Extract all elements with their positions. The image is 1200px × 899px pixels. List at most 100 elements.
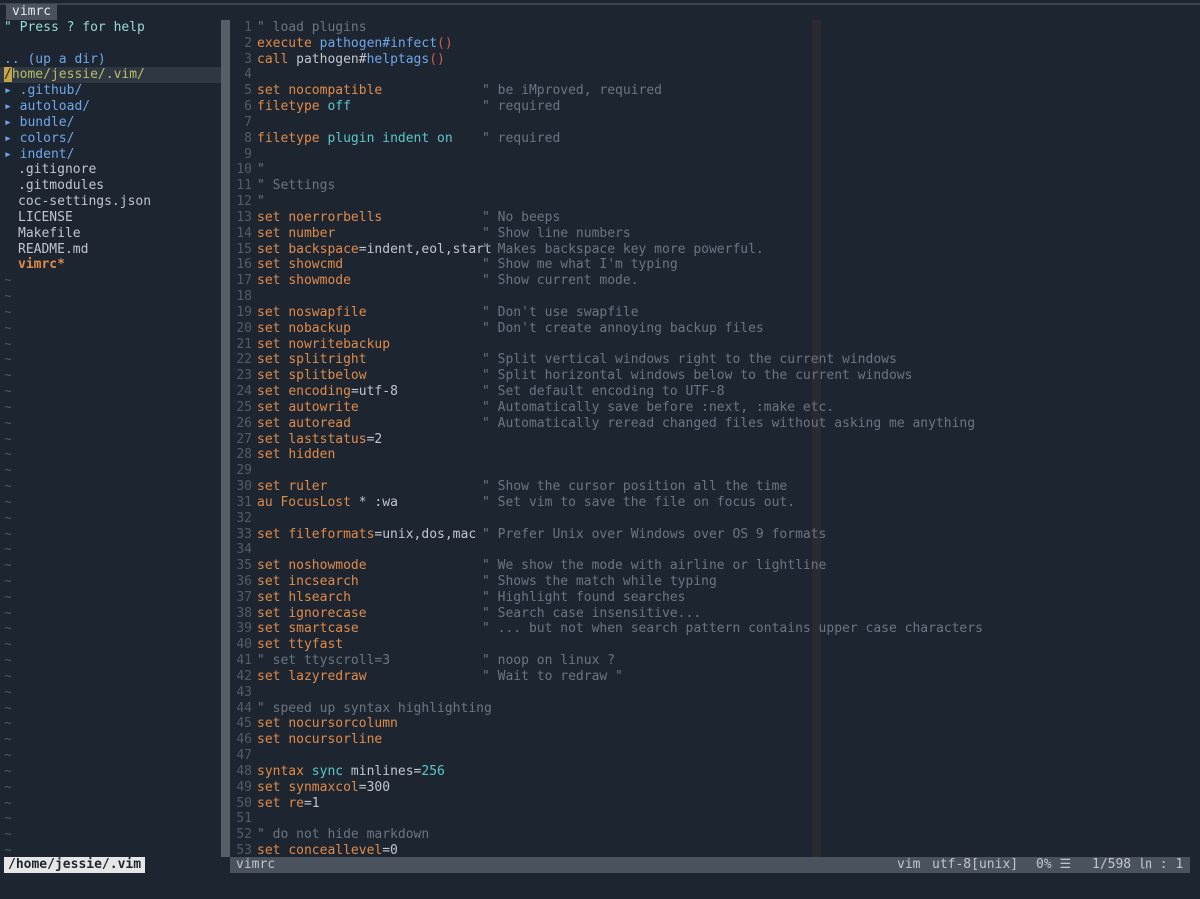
- tilde-marker: ~: [4, 479, 12, 495]
- code-comment: " required: [482, 99, 561, 115]
- line-number: 43: [236, 684, 252, 700]
- tilde-marker: ~: [4, 795, 12, 811]
- code-value: =indent,eol,start: [358, 241, 492, 257]
- code-comment: " Settings: [257, 178, 336, 194]
- code-line: 29: [230, 463, 1200, 479]
- tilde-marker: ~: [4, 653, 12, 669]
- tilde-marker: ~: [4, 336, 12, 352]
- line-number: 23: [236, 368, 252, 384]
- line-number: 38: [236, 605, 252, 621]
- code-option: splitbelow: [288, 368, 367, 384]
- code-keyword: set: [257, 352, 281, 368]
- tree-file-item[interactable]: .gitmodules: [0, 178, 221, 194]
- tree-dir-item[interactable]: ▸ bundle/: [0, 115, 221, 131]
- line-number: 16: [236, 257, 252, 273]
- tree-file-item[interactable]: .gitignore: [0, 162, 221, 178]
- code-line: 38 set ignorecase " Search case insensitiv…: [230, 606, 1200, 622]
- code-line: 6 filetype off " required: [230, 99, 1200, 115]
- tilde-marker: ~: [4, 716, 12, 732]
- code-comment: " load plugins: [257, 20, 367, 35]
- code-option: backspace: [288, 241, 359, 257]
- code-option: autoread: [288, 415, 351, 431]
- line-number: 41: [236, 653, 252, 669]
- vertical-split-divider[interactable]: [221, 20, 230, 873]
- code-option: nocursorcolumn: [288, 716, 398, 732]
- code-comment: " Don't create annoying backup files: [482, 320, 764, 336]
- tree-blank: [0, 36, 221, 52]
- tree-dir-item[interactable]: ▸ autoload/: [0, 99, 221, 115]
- code-option: hlsearch: [288, 589, 351, 605]
- code-keyword: set: [257, 368, 281, 384]
- code-comment: " noop on linux ?: [482, 653, 616, 669]
- code-option: ruler: [288, 479, 328, 495]
- tilde-marker: ~: [4, 352, 12, 368]
- status-bar: /home/jessie/.vim vimrc vim utf-8[unix] …: [0, 857, 1200, 873]
- tilde-marker: ~: [4, 621, 12, 637]
- code-option: noerrorbells: [288, 209, 383, 225]
- code-keyword: set: [257, 241, 281, 257]
- line-number: 31: [236, 494, 252, 510]
- tree-dir-item[interactable]: ▸ colors/: [0, 131, 221, 147]
- code-option: number: [288, 225, 336, 241]
- line-number: 40: [236, 637, 252, 653]
- code-keyword: set: [257, 526, 281, 542]
- tabline: vimrc: [0, 0, 1200, 21]
- code-keyword: set: [257, 621, 281, 637]
- code-keyword: set: [257, 479, 281, 495]
- status-filetype: vim: [897, 857, 921, 872]
- code-line: 53 set conceallevel=0: [230, 843, 1200, 857]
- tree-file-item[interactable]: coc-settings.json: [0, 194, 221, 210]
- tilde-marker: ~: [4, 368, 12, 384]
- line-number: 53: [236, 843, 252, 857]
- code-keyword: set: [257, 637, 281, 653]
- code-option: encoding: [288, 384, 351, 400]
- command-line[interactable]: [0, 873, 1200, 899]
- code-comment: " Split horizontal windows below to the …: [482, 368, 913, 384]
- code-line: 40 set ttyfast: [230, 637, 1200, 653]
- code-option: synmaxcol: [288, 779, 359, 795]
- tree-file-item[interactable]: LICENSE: [0, 210, 221, 226]
- tilde-marker: ~: [4, 431, 12, 447]
- code-value: =300: [358, 779, 391, 795]
- line-number: 27: [236, 431, 252, 447]
- tilde-marker: ~: [4, 684, 12, 700]
- editor-pane[interactable]: 1 " load plugins 2 execute pathogen#infect(…: [230, 20, 1200, 857]
- line-number: 21: [236, 336, 252, 352]
- code-line: 23 set splitbelow " Split horizontal windo…: [230, 368, 1200, 384]
- line-number: 34: [236, 542, 252, 558]
- code-line: 20 set nobackup " Don't create annoying ba…: [230, 321, 1200, 337]
- code-keyword: filetype: [257, 99, 320, 115]
- tab-vimrc[interactable]: vimrc: [6, 4, 58, 20]
- code-comment: " Shows the match while typing: [482, 573, 717, 589]
- tree-dir-item[interactable]: ▸ indent/: [0, 147, 221, 163]
- line-number: 20: [236, 320, 252, 336]
- tilde-marker: ~: [4, 399, 12, 415]
- tree-file-item[interactable]: README.md: [0, 242, 221, 258]
- tree-file-item-modified[interactable]: vimrc*: [0, 257, 221, 273]
- code-comment: " No beeps: [482, 209, 561, 225]
- code-keyword: set: [257, 273, 281, 289]
- code-function: helptags: [366, 51, 430, 67]
- tilde-marker: ~: [4, 289, 12, 305]
- code-keyword: set: [257, 573, 281, 589]
- code-option: incsearch: [288, 573, 359, 589]
- code-comment: " Show current mode.: [482, 273, 639, 289]
- code-value: =1: [303, 795, 320, 811]
- code-line: 41 " set ttyscroll=3 " noop on linux ?: [230, 653, 1200, 669]
- line-number: 10: [236, 162, 252, 178]
- tree-dir-item[interactable]: ▸ .github/: [0, 83, 221, 99]
- code-option: nobackup: [288, 320, 351, 336]
- tilde-marker: ~: [4, 273, 12, 289]
- line-number: 24: [236, 384, 252, 400]
- status-filename: vimrc: [236, 857, 276, 872]
- tree-file-item[interactable]: Makefile: [0, 226, 221, 242]
- line-number: 4: [244, 67, 252, 83]
- tree-up-dir[interactable]: .. (up a dir): [0, 52, 221, 68]
- code-option: hidden: [288, 447, 336, 463]
- line-number: 19: [236, 304, 252, 320]
- code-line: 22 set splitright " Split vertical windows…: [230, 352, 1200, 368]
- code-line: 47: [230, 748, 1200, 764]
- line-number: 32: [236, 510, 252, 526]
- line-number: 9: [244, 146, 252, 162]
- tree-root-path[interactable]: /home/jessie/.vim/: [0, 67, 221, 84]
